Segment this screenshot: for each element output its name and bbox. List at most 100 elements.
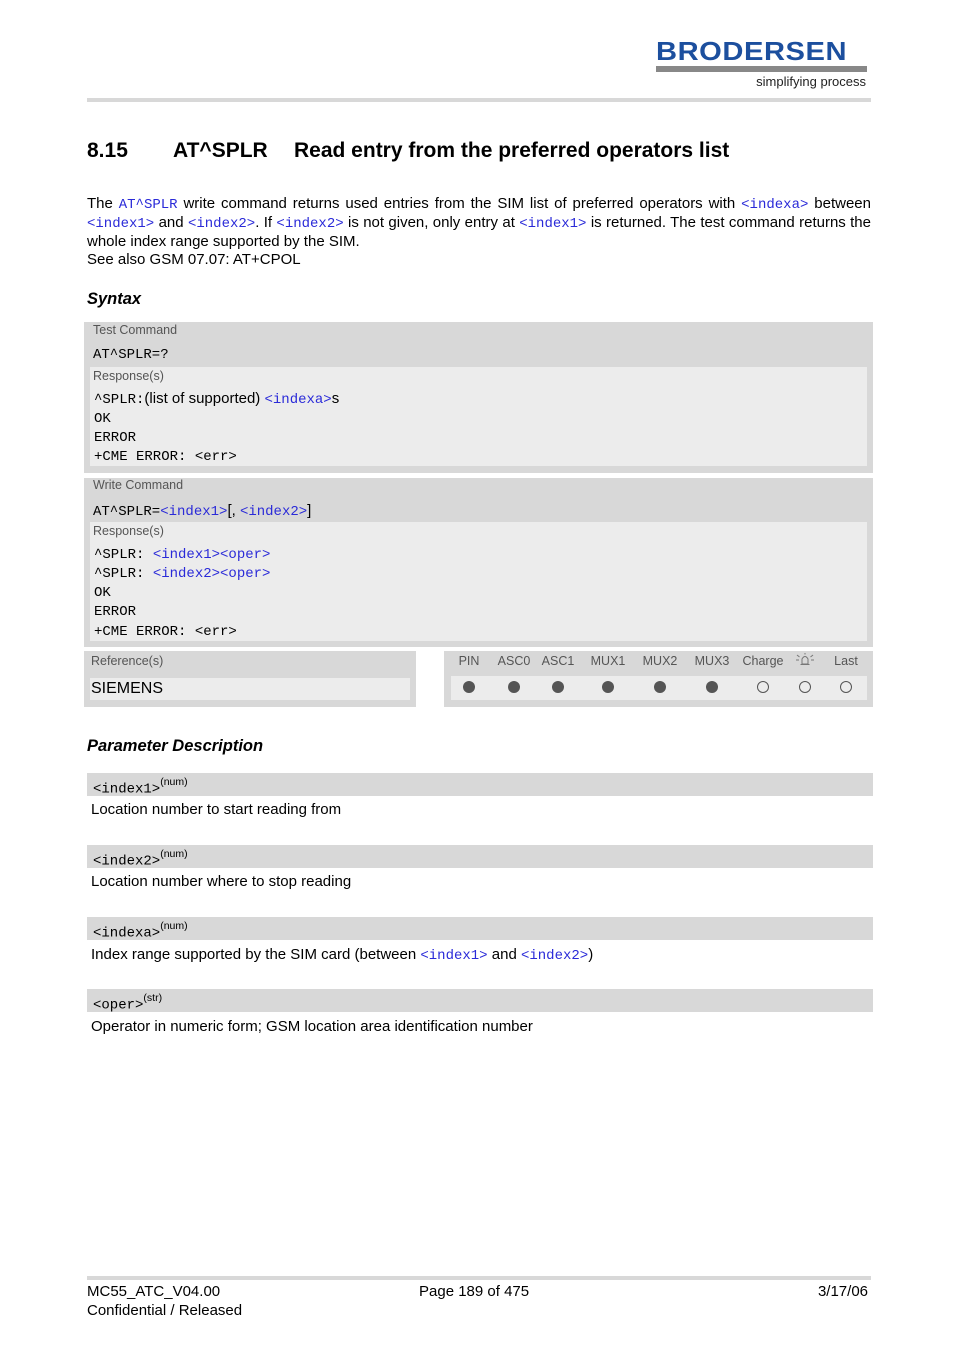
- parameter-heading: Parameter Description: [87, 737, 264, 755]
- footer-doc-id: MC55_ATC_V04.00: [87, 1283, 221, 1300]
- footer-date: 3/17/06: [817, 1283, 868, 1300]
- text: [,: [227, 502, 240, 519]
- test-command-label: Test Command: [93, 323, 178, 337]
- link-index1[interactable]: <index1>: [519, 216, 586, 232]
- filled-circle-icon: [706, 681, 718, 693]
- param-desc-index2: Location number where to stop reading: [91, 873, 352, 890]
- link-indexa[interactable]: <indexa>: [264, 392, 331, 408]
- response-cme-error: +CME ERROR: <err>: [94, 624, 237, 640]
- empty-circle-icon: [757, 681, 769, 693]
- text: . If: [255, 214, 277, 231]
- param-type: (str): [143, 992, 163, 1004]
- section-title: 8.15 AT^SPLR Read entry from the preferred…: [87, 139, 729, 163]
- logo-bar: [656, 66, 867, 72]
- text: The: [87, 195, 119, 212]
- section-title-text: Read entry from the preferred operators …: [294, 139, 730, 162]
- param-type: (num): [160, 848, 188, 860]
- link-index2[interactable]: <index2>: [240, 504, 307, 520]
- see-also: See also GSM 07.07: AT+CPOL: [87, 251, 301, 268]
- test-command-box: Test Command AT^SPLR=? Response(s) ^SPLR…: [84, 322, 873, 473]
- param-type: (num): [160, 920, 188, 932]
- test-response-box: Response(s) ^SPLR:(list of supported) <i…: [90, 367, 867, 466]
- response-label: Response(s): [93, 369, 164, 383]
- text: ^SPLR:: [94, 566, 153, 582]
- response-line: ^SPLR:(list of supported) <indexa>s: [94, 390, 339, 408]
- filled-circle-icon: [552, 681, 564, 693]
- reference-label: Reference(s): [91, 654, 164, 668]
- text: ^SPLR:: [94, 392, 145, 408]
- reference-value: SIEMENS: [90, 678, 410, 700]
- text: Index range supported by the SIM card (b…: [91, 946, 421, 963]
- response-label: Response(s): [93, 524, 164, 538]
- brand-logo: BRODERSEN simplifying process: [656, 38, 868, 89]
- syntax-heading: Syntax: [87, 290, 142, 308]
- param-name: <oper>(str): [93, 992, 163, 1014]
- response-cme-error: +CME ERROR: <err>: [94, 449, 237, 465]
- link-index2[interactable]: <index2>: [521, 948, 588, 964]
- flag-header-asc0: ASC0: [497, 654, 531, 668]
- alarm-icon-glyph: [796, 653, 814, 665]
- link-index1-oper[interactable]: <index1><oper>: [153, 547, 271, 563]
- link-indexa[interactable]: <indexa>: [741, 197, 808, 213]
- link-index1[interactable]: <index1>: [160, 504, 227, 520]
- write-response-box: Response(s) ^SPLR: <index1><oper> ^SPLR:…: [90, 522, 867, 641]
- link-index1[interactable]: <index1>: [87, 216, 154, 232]
- response-error: ERROR: [94, 604, 137, 620]
- reference-box: Reference(s) SIEMENS: [84, 651, 416, 707]
- response-line: ^SPLR: <index1><oper>: [94, 547, 270, 563]
- flag-header-pin: PIN: [458, 654, 480, 668]
- text: is not given, only entry at: [343, 214, 520, 231]
- link-index2[interactable]: <index2>: [276, 216, 343, 232]
- text: <indexa>: [93, 925, 161, 942]
- text: <oper>: [93, 997, 144, 1014]
- filled-circle-icon: [508, 681, 520, 693]
- text: <index2>: [93, 853, 161, 870]
- param-header-indexa: <indexa>(num): [87, 917, 873, 942]
- empty-circle-icon: [799, 681, 811, 693]
- response-error: ERROR: [94, 430, 137, 446]
- flag-header-mux3: MUX3: [694, 654, 730, 668]
- intro-paragraph: The AT^SPLR write command returns used e…: [87, 195, 871, 251]
- param-header-oper: <oper>(str): [87, 989, 873, 1014]
- param-name: <index1>(num): [93, 776, 188, 798]
- footer-page-number: Page 189 of 475: [419, 1283, 530, 1300]
- param-desc-oper: Operator in numeric form; GSM location a…: [91, 1018, 533, 1035]
- test-command-syntax: AT^SPLR=?: [93, 347, 169, 363]
- param-header-index2: <index2>(num): [87, 845, 873, 870]
- text: (list of supported): [144, 390, 265, 407]
- filled-circle-icon: [654, 681, 666, 693]
- flag-header-charge: Charge: [742, 654, 784, 668]
- write-command-box: Write Command AT^SPLR=<index1>[, <index2…: [84, 478, 873, 647]
- write-command-label: Write Command: [93, 478, 184, 492]
- link-index1[interactable]: <index1>: [420, 948, 487, 964]
- text: between: [808, 195, 871, 212]
- param-desc-indexa: Index range supported by the SIM card (b…: [91, 946, 593, 964]
- section-command: AT^SPLR: [173, 139, 268, 162]
- param-desc-index1: Location number to start reading from: [91, 801, 342, 818]
- flag-header-mux2: MUX2: [642, 654, 678, 668]
- write-command-syntax: AT^SPLR=<index1>[, <index2>]: [93, 502, 311, 520]
- link-index2-oper[interactable]: <index2><oper>: [153, 566, 271, 582]
- availability-table: PIN ASC0 ASC1 MUX1 MUX2 MUX3 Charge Last: [444, 651, 873, 707]
- param-type: (num): [160, 776, 188, 788]
- link-index2[interactable]: <index2>: [188, 216, 255, 232]
- logo-tagline: simplifying process: [756, 74, 866, 89]
- text: s: [331, 390, 340, 407]
- flag-header-last: Last: [834, 654, 858, 668]
- section-number: 8.15: [87, 139, 128, 162]
- text: and: [154, 214, 188, 231]
- link-at-splr[interactable]: AT^SPLR: [119, 197, 178, 213]
- alarm-icon: [795, 652, 815, 671]
- text: ]: [307, 502, 312, 519]
- text: ^SPLR:: [94, 547, 153, 563]
- text: AT^SPLR=: [93, 504, 161, 520]
- filled-circle-icon: [602, 681, 614, 693]
- param-name: <indexa>(num): [93, 920, 188, 942]
- footer-divider: [87, 1276, 871, 1280]
- logo-wordmark: BRODERSEN: [656, 36, 848, 66]
- flag-header-asc1: ASC1: [541, 654, 575, 668]
- empty-circle-icon: [840, 681, 852, 693]
- text: write command returns used entries from …: [177, 195, 742, 212]
- text: and: [487, 946, 521, 963]
- response-ok: OK: [94, 411, 111, 427]
